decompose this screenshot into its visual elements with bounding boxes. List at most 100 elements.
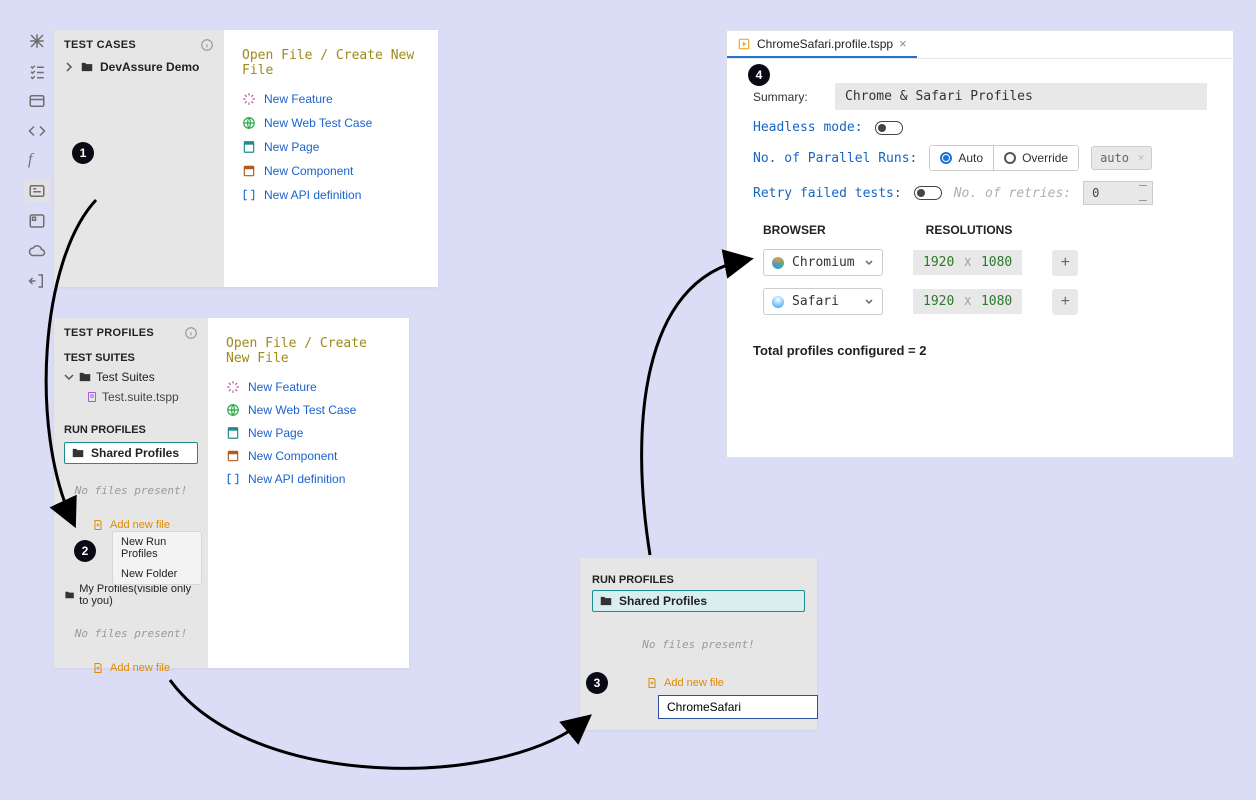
retry-toggle[interactable] [914,186,942,200]
context-menu: New Run Profiles New Folder [112,531,202,585]
run-profiles-title-3: RUN PROFILES [592,574,805,586]
ctx-new-run-profiles[interactable]: New Run Profiles [113,532,201,564]
add-new-file-label2: Add new file [110,662,170,674]
api-icon [226,472,240,486]
info-icon[interactable] [184,326,198,340]
editor-tab-label: ChromeSafari.profile.tspp [757,37,893,51]
res-w-0: 1920 [923,255,954,270]
new-page-label: New Page [264,140,319,154]
sidebar-item-checklist[interactable] [24,60,50,82]
sidebar-item-logout[interactable] [24,270,50,292]
panel-profile-editor: ChromeSafari.profile.tspp × Summary: Hea… [726,30,1234,458]
open-file-title: Open File / Create New File [242,48,420,78]
new-component-label: New Component [264,164,353,178]
close-tab-icon[interactable]: × [899,36,907,51]
empty-text-3: No files present! [592,638,805,651]
sidebar-item-test-profiles[interactable]: Test Profiles [24,180,50,202]
sidebar-item-data[interactable] [24,90,50,112]
resolution-0[interactable]: 1920 X 1080 [913,250,1022,275]
chevron-down-icon [864,258,874,268]
add-new-file-shared[interactable]: Add new file [64,519,198,531]
test-suites-root[interactable]: Test Suites [64,370,198,384]
new-feature-item[interactable]: New Feature [242,92,420,106]
panel-test-profiles: TEST PROFILES TEST SUITES Test Suites Te… [54,318,409,668]
resolution-1[interactable]: 1920 X 1080 [913,289,1022,314]
folder-icon [78,370,92,384]
new-component-item[interactable]: New Component [242,164,420,178]
shared-profiles-node[interactable]: Shared Profiles [64,442,198,464]
add-new-file-3[interactable]: Add new file [592,677,805,689]
profile-file-icon [737,37,751,51]
data-icon [28,92,46,110]
add-file-icon [92,519,104,531]
sidebar-item-reports[interactable] [24,210,50,232]
info-icon[interactable] [200,38,214,52]
api-icon [242,188,256,202]
headless-label: Headless mode: [753,120,863,135]
filename-input[interactable] [658,695,818,719]
create-list-2: New Feature New Web Test Case New Page N… [226,380,391,486]
new-web-test-item[interactable]: New Web Test Case [226,403,391,417]
create-list: New Feature New Web Test Case New Page N… [242,92,420,202]
chevron-down-icon [864,297,874,307]
logout-icon [28,272,46,290]
reports-icon [28,212,46,230]
new-page-item[interactable]: New Page [242,140,420,154]
step-badge-1: 1 [72,142,94,164]
project-root[interactable]: DevAssure Demo [64,60,214,74]
sidebar-item-code[interactable] [24,120,50,142]
add-resolution-0[interactable]: + [1052,250,1078,276]
x-separator: X [964,295,971,308]
folder-icon [80,60,94,74]
parallel-override[interactable]: Override [994,146,1078,170]
headless-toggle[interactable] [875,121,903,135]
res-w-1: 1920 [923,294,954,309]
sidebar-item-cloud[interactable] [24,240,50,262]
add-resolution-1[interactable]: + [1052,289,1078,315]
open-file-title-2: Open File / Create New File [226,336,391,366]
empty-shared-text: No files present! [64,484,198,497]
new-api-item[interactable]: New API definition [242,188,420,202]
new-component-item[interactable]: New Component [226,449,391,463]
shared-profiles-node-3[interactable]: Shared Profiles [592,590,805,612]
editor-tab[interactable]: ChromeSafari.profile.tspp × [727,31,917,58]
total-profiles: Total profiles configured = 2 [753,343,1207,358]
new-api-label: New API definition [264,188,361,202]
empty-my-text: No files present! [64,627,198,640]
new-page-label: New Page [248,426,303,440]
retry-count-input[interactable]: 0 [1083,181,1153,205]
parallel-value[interactable]: auto [1091,146,1152,170]
suite-file-label: Test.suite.tspp [102,390,179,404]
my-profiles-label: My Profiles(visible only to you) [79,583,198,607]
parallel-override-label: Override [1022,151,1068,165]
new-page-item[interactable]: New Page [226,426,391,440]
ctx-new-folder[interactable]: New Folder [113,564,201,584]
browser-select-0[interactable]: Chromium [763,249,883,276]
new-api-item[interactable]: New API definition [226,472,391,486]
new-web-test-label: New Web Test Case [248,403,356,417]
test-profiles-header: TEST PROFILES [64,327,154,339]
add-new-file-my[interactable]: Add new file [64,662,198,674]
cloud-icon [28,242,46,260]
browser-name-0: Chromium [792,255,855,270]
checklist-icon [28,62,46,80]
new-api-label: New API definition [248,472,345,486]
suite-file-icon [86,391,98,403]
new-web-test-label: New Web Test Case [264,116,372,130]
browser-name-1: Safari [792,294,839,309]
sidebar-item-function[interactable]: f [24,150,50,172]
test-suite-file[interactable]: Test.suite.tspp [86,390,198,404]
add-new-file-label: Add new file [110,519,170,531]
my-profiles-node[interactable]: My Profiles(visible only to you) [64,583,198,607]
bug-icon [28,32,46,50]
parallel-auto[interactable]: Auto [930,146,994,170]
shared-profiles-label: Shared Profiles [91,446,179,460]
sidebar-item-discover[interactable] [24,30,50,52]
new-feature-label: New Feature [264,92,333,106]
new-feature-item[interactable]: New Feature [226,380,391,394]
new-web-test-item[interactable]: New Web Test Case [242,116,420,130]
summary-input[interactable] [835,83,1207,110]
browser-select-1[interactable]: Safari [763,288,883,315]
project-name: DevAssure Demo [100,60,199,74]
summary-label: Summary: [753,90,823,104]
